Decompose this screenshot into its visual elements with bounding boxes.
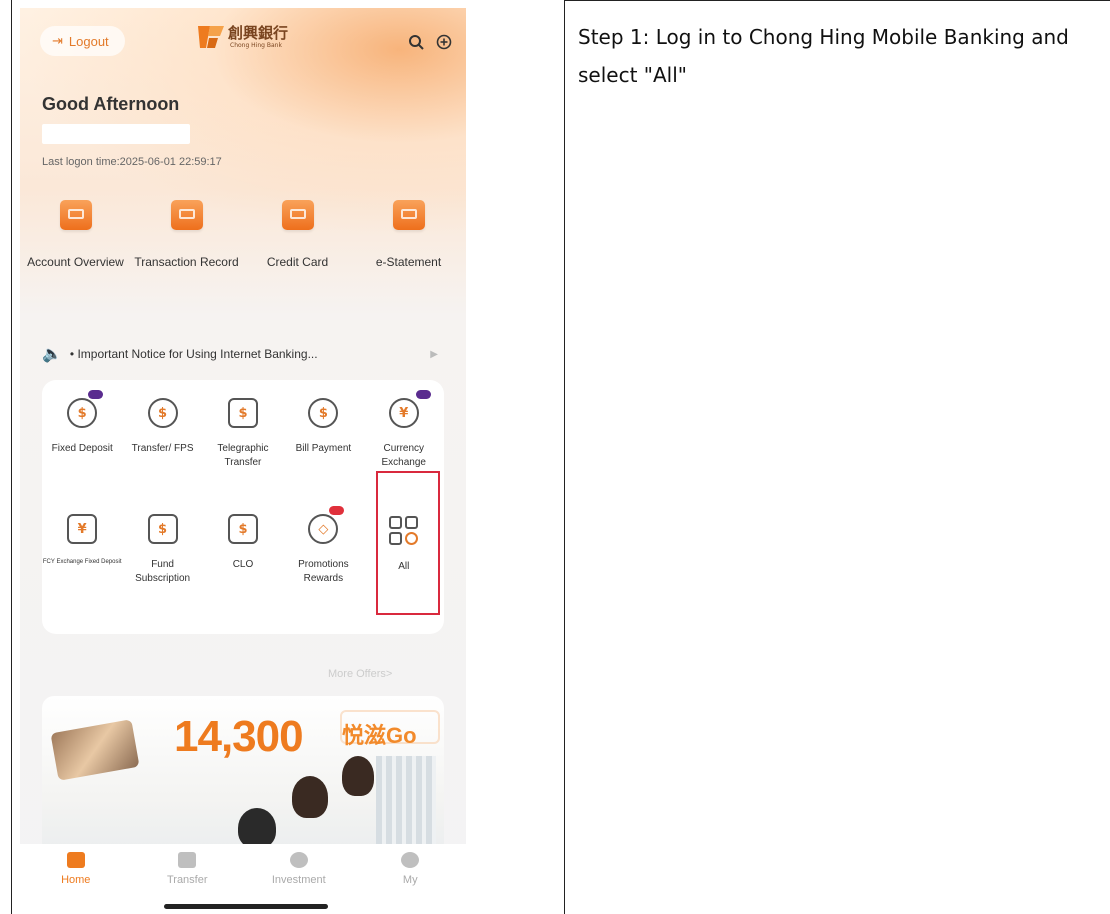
quick-credit-card[interactable]: Credit Card: [242, 200, 353, 280]
fund-icon: $: [147, 514, 178, 544]
banner-tag: 悦滋Go: [342, 723, 417, 748]
brand-name: 創興銀行: [228, 24, 289, 42]
fixed-deposit-icon: $: [67, 398, 98, 428]
service-label: Promotions Rewards: [298, 559, 349, 584]
service-label: Telegraphic Transfer: [217, 443, 269, 468]
last-logon-time: Last logon time:2025-06-01 22:59:17: [42, 156, 222, 168]
table-top-border: [565, 0, 1110, 1]
brand-subtitle: Chong Hing Bank: [230, 42, 282, 49]
person-image: [292, 776, 328, 818]
fcy-deposit-icon: ¥: [67, 514, 98, 544]
logout-icon: ⇥: [52, 33, 63, 48]
nav-label: Investment: [271, 874, 326, 886]
clo-icon: $: [227, 514, 258, 544]
app-header: ⇥ Logout 創興銀行 Chong Hing Bank: [20, 8, 466, 68]
logout-label: Logout: [68, 33, 109, 49]
wallet-icon: [59, 200, 92, 230]
new-badge: [329, 506, 345, 515]
quick-label: Transaction Record: [134, 254, 239, 269]
person-image: [238, 808, 276, 848]
receipt-icon: [170, 200, 203, 230]
service-label: Fund Subscription: [135, 559, 191, 584]
service-transfer-fps[interactable]: $ Transfer/ FPS: [122, 390, 202, 506]
service-label: Bill Payment: [295, 443, 352, 454]
service-label: Transfer/ FPS: [131, 443, 194, 454]
nav-investment[interactable]: Investment: [243, 844, 355, 912]
plus-circle-icon[interactable]: [436, 34, 452, 50]
chevron-right-icon: ▶: [430, 348, 438, 360]
bank-emblem-icon: [198, 26, 224, 48]
logout-button[interactable]: ⇥ Logout: [40, 26, 125, 56]
service-promotions-rewards[interactable]: ◇ Promotions Rewards: [283, 506, 363, 622]
nav-label: Home: [61, 874, 91, 886]
quick-account-overview[interactable]: Account Overview: [20, 200, 131, 280]
more-offers-link[interactable]: More Offers>: [328, 668, 392, 680]
person-image: [342, 756, 374, 796]
service-label: CLO: [232, 559, 254, 570]
quick-e-statement[interactable]: e-Statement: [353, 200, 464, 280]
service-bill-payment[interactable]: $ Bill Payment: [283, 390, 363, 506]
service-fixed-deposit[interactable]: $ Fixed Deposit: [42, 390, 122, 506]
service-label: FCY Exchange Fixed Deposit: [42, 559, 122, 565]
service-clo[interactable]: $ CLO: [203, 506, 283, 622]
bottom-navigation: Home Transfer Investment My: [20, 844, 466, 912]
quick-access-row: Account Overview Transaction Record Cred…: [20, 200, 466, 280]
promotion-tag-icon: ◇: [308, 514, 339, 544]
credit-card-icon: [281, 200, 314, 230]
search-icon[interactable]: [408, 34, 424, 50]
currency-exchange-icon: ¥: [388, 398, 419, 428]
phone-screenshot: ⇥ Logout 創興銀行 Chong Hing Bank Good After…: [20, 8, 466, 912]
nav-my[interactable]: My: [355, 844, 467, 912]
nav-home[interactable]: Home: [20, 844, 132, 912]
home-icon: [66, 852, 85, 868]
new-badge: [415, 390, 431, 399]
notice-bar[interactable]: 🔈 • Important Notice for Using Internet …: [42, 344, 452, 364]
service-fund-subscription[interactable]: $ Fund Subscription: [122, 506, 202, 622]
masked-user-name: [42, 124, 190, 144]
bill-payment-icon: $: [308, 398, 339, 428]
reward-card-image: [50, 719, 140, 781]
new-badge: [88, 390, 103, 399]
highlight-box: [376, 471, 440, 615]
telegraphic-transfer-icon: $: [227, 398, 258, 428]
service-telegraphic-transfer[interactable]: $ Telegraphic Transfer: [203, 390, 283, 506]
profile-icon: [401, 852, 420, 868]
home-indicator: [164, 904, 328, 909]
speaker-icon: 🔈: [42, 346, 62, 363]
table-column-divider: [564, 0, 565, 914]
quick-label: e-Statement: [375, 254, 442, 269]
bank-logo: 創興銀行 Chong Hing Bank: [196, 20, 312, 58]
transfer-icon: $: [147, 398, 178, 428]
transfer-nav-icon: [178, 852, 197, 868]
nav-transfer[interactable]: Transfer: [132, 844, 244, 912]
service-label: Fixed Deposit: [51, 443, 113, 454]
statement-icon: [392, 200, 425, 230]
quick-label: Credit Card: [266, 254, 329, 269]
nav-label: My: [402, 874, 418, 886]
notice-text: • Important Notice for Using Internet Ba…: [69, 347, 318, 361]
quick-label: Account Overview: [27, 254, 124, 269]
service-label: Currency Exchange: [381, 443, 426, 468]
banner-points: 14,300: [174, 712, 304, 761]
investment-icon: [289, 852, 308, 868]
promo-banner[interactable]: 14,300 悦滋Go: [42, 696, 444, 866]
quick-transaction-record[interactable]: Transaction Record: [131, 200, 242, 280]
service-fcy-exchange-fixed-deposit[interactable]: ¥ FCY Exchange Fixed Deposit: [42, 506, 122, 622]
step-instruction: Step 1: Log in to Chong Hing Mobile Bank…: [578, 25, 1069, 87]
greeting-text: Good Afternoon: [42, 94, 180, 114]
nav-label: Transfer: [166, 874, 208, 886]
